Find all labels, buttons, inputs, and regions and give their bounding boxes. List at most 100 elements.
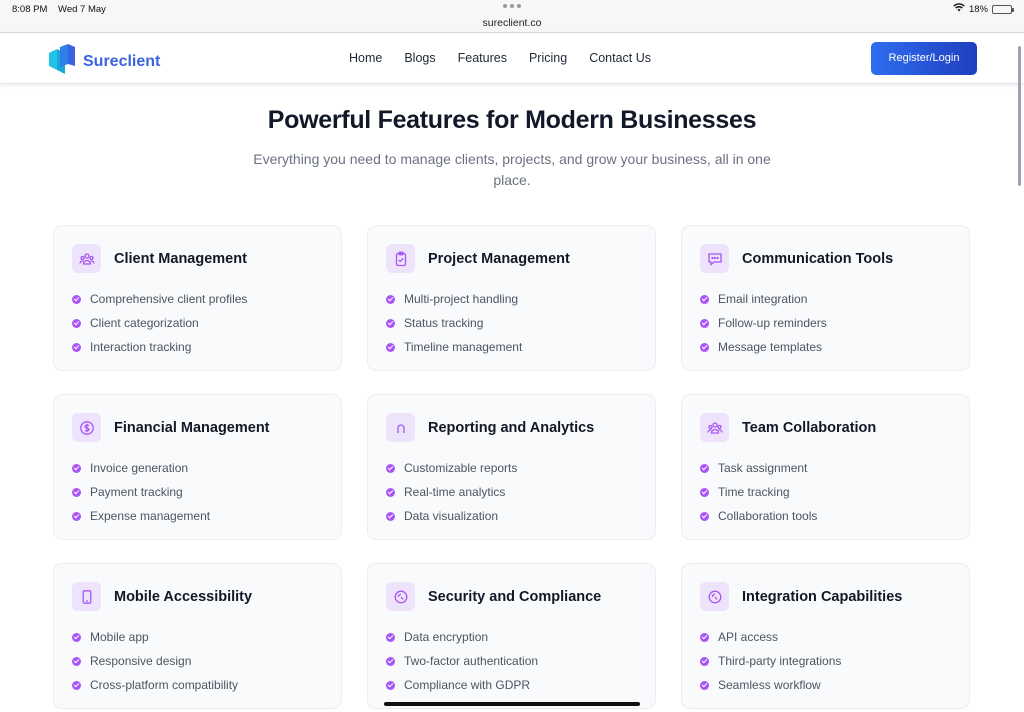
address-bar[interactable]: sureclient.co xyxy=(0,17,1024,29)
feature-card-financial-management: Financial Management Invoice generation … xyxy=(53,394,342,540)
feature-item: Client categorization xyxy=(72,311,323,335)
check-circle-icon xyxy=(700,463,709,473)
multitasking-dots-icon[interactable] xyxy=(503,4,521,8)
feature-item: Expense management xyxy=(72,504,323,528)
feature-item: Message templates xyxy=(700,335,951,359)
feature-item: Data visualization xyxy=(386,504,637,528)
feature-card-project-management: Project Management Multi-project handlin… xyxy=(367,225,656,371)
nav-pricing[interactable]: Pricing xyxy=(529,51,567,65)
nav-home[interactable]: Home xyxy=(349,51,382,65)
site-header: Sureclient Home Blogs Features Pricing C… xyxy=(0,34,1024,84)
check-circle-icon xyxy=(72,680,81,690)
page-subtitle: Everything you need to manage clients, p… xyxy=(253,151,771,188)
status-bar: 8:08 PM Wed 7 May sureclient.co 18% xyxy=(0,0,1024,33)
check-circle-icon xyxy=(700,511,709,521)
wifi-icon xyxy=(953,3,965,15)
users-icon xyxy=(72,244,101,273)
feature-item: Follow-up reminders xyxy=(700,311,951,335)
check-circle-icon xyxy=(700,294,709,304)
check-circle-icon xyxy=(386,463,395,473)
shield-icon xyxy=(386,582,415,611)
feature-title: Communication Tools xyxy=(742,250,894,267)
check-circle-icon xyxy=(700,680,709,690)
check-circle-icon xyxy=(386,342,395,352)
plug-icon xyxy=(700,582,729,611)
check-circle-icon xyxy=(72,487,81,497)
check-circle-icon xyxy=(386,632,395,642)
check-circle-icon xyxy=(386,656,395,666)
feature-title: Security and Compliance xyxy=(428,588,602,605)
status-date: Wed 7 May xyxy=(58,4,106,15)
check-circle-icon xyxy=(72,463,81,473)
feature-item: Timeline management xyxy=(386,335,637,359)
feature-title: Integration Capabilities xyxy=(742,588,903,605)
feature-item: Customizable reports xyxy=(386,456,637,480)
check-circle-icon xyxy=(386,511,395,521)
check-circle-icon xyxy=(386,294,395,304)
chart-icon xyxy=(386,413,415,442)
feature-item: Collaboration tools xyxy=(700,504,951,528)
logo[interactable]: Sureclient xyxy=(47,44,160,79)
register-login-button[interactable]: Register/Login xyxy=(871,42,977,75)
feature-item: Email integration xyxy=(700,287,951,311)
feature-item: Cross-platform compatibility xyxy=(72,673,323,697)
feature-item: Comprehensive client profiles xyxy=(72,287,323,311)
feature-item: Task assignment xyxy=(700,456,951,480)
status-time: 8:08 PM xyxy=(12,4,48,15)
feature-card-reporting-and-analytics: Reporting and Analytics Customizable rep… xyxy=(367,394,656,540)
feature-item: Mobile app xyxy=(72,625,323,649)
check-circle-icon xyxy=(72,294,81,304)
nav-blogs[interactable]: Blogs xyxy=(404,51,435,65)
feature-title: Client Management xyxy=(114,250,247,267)
clipboard-icon xyxy=(386,244,415,273)
page-title: Powerful Features for Modern Businesses xyxy=(267,106,757,134)
check-circle-icon xyxy=(700,318,709,328)
chat-icon xyxy=(700,244,729,273)
feature-item: Responsive design xyxy=(72,649,323,673)
feature-item: Two-factor authentication xyxy=(386,649,637,673)
feature-title: Mobile Accessibility xyxy=(114,588,253,605)
check-circle-icon xyxy=(72,318,81,328)
feature-item: Time tracking xyxy=(700,480,951,504)
check-circle-icon xyxy=(700,656,709,666)
feature-title: Reporting and Analytics xyxy=(428,419,595,436)
team-icon xyxy=(700,413,729,442)
check-circle-icon xyxy=(386,680,395,690)
battery-percent: 18% xyxy=(968,3,988,15)
main-nav: Home Blogs Features Pricing Contact Us xyxy=(349,51,651,65)
feature-card-security-and-compliance: Security and Compliance Data encryption … xyxy=(367,563,656,709)
check-circle-icon xyxy=(700,632,709,642)
feature-item: Multi-project handling xyxy=(386,287,637,311)
check-circle-icon xyxy=(72,511,81,521)
feature-card-mobile-accessibility: Mobile Accessibility Mobile app Responsi… xyxy=(53,563,342,709)
nav-contact-us[interactable]: Contact Us xyxy=(589,51,651,65)
feature-item: Third-party integrations xyxy=(700,649,951,673)
feature-item: Seamless workflow xyxy=(700,673,951,697)
feature-item: Status tracking xyxy=(386,311,637,335)
check-circle-icon xyxy=(386,318,395,328)
feature-item: Data encryption xyxy=(386,625,637,649)
feature-item: Compliance with GDPR xyxy=(386,673,637,697)
nav-features[interactable]: Features xyxy=(458,51,507,65)
feature-item: Payment tracking xyxy=(72,480,323,504)
logo-icon xyxy=(47,44,77,79)
feature-card-communication-tools: Communication Tools Email integration Fo… xyxy=(681,225,970,371)
feature-item: Interaction tracking xyxy=(72,335,323,359)
check-circle-icon xyxy=(700,487,709,497)
logo-text: Sureclient xyxy=(83,52,161,70)
check-circle-icon xyxy=(72,632,81,642)
home-indicator[interactable] xyxy=(384,702,640,706)
feature-card-integration-capabilities: Integration Capabilities API access Thir… xyxy=(681,563,970,709)
feature-item: API access xyxy=(700,625,951,649)
feature-title: Financial Management xyxy=(114,419,270,436)
feature-item: Real-time analytics xyxy=(386,480,637,504)
check-circle-icon xyxy=(700,342,709,352)
feature-title: Project Management xyxy=(428,250,570,267)
features-grid: Client Management Comprehensive client p… xyxy=(53,225,971,709)
check-circle-icon xyxy=(72,656,81,666)
check-circle-icon xyxy=(386,487,395,497)
feature-item: Invoice generation xyxy=(72,456,323,480)
battery-icon xyxy=(992,4,1014,14)
feature-card-client-management: Client Management Comprehensive client p… xyxy=(53,225,342,371)
dollar-icon xyxy=(72,413,101,442)
